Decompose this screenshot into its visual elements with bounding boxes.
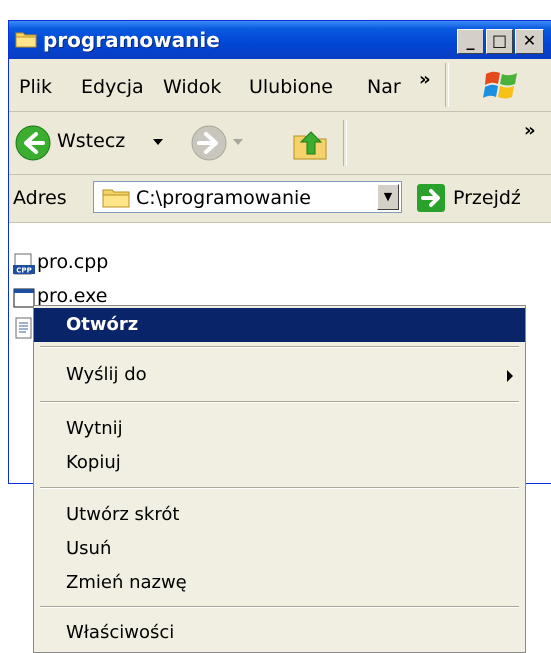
- back-arrow-icon[interactable]: [15, 125, 51, 161]
- menu-item-rename[interactable]: Zmień nazwę: [34, 566, 525, 600]
- menu-item-label: Utwórz skrót: [66, 504, 180, 525]
- menu-item-label: Zmień nazwę: [66, 572, 187, 593]
- menu-item-properties[interactable]: Właściwości: [34, 616, 525, 650]
- menu-item-copy[interactable]: Kopiuj: [34, 446, 525, 480]
- exe-file-icon: [13, 288, 35, 308]
- svg-text:CPP: CPP: [16, 267, 31, 275]
- back-button-label[interactable]: Wstecz: [57, 130, 125, 152]
- close-button[interactable]: ✕: [515, 29, 544, 54]
- title-bar[interactable]: programowanie _ □ ✕: [9, 21, 551, 59]
- address-bar: Adres C:\programowanie ▼ Przejdź: [9, 175, 551, 223]
- file-name: pro.exe: [37, 285, 108, 307]
- go-button-label[interactable]: Przejdź: [453, 187, 521, 209]
- forward-dropdown-icon[interactable]: [233, 139, 243, 145]
- maximize-button[interactable]: □: [486, 29, 513, 54]
- window-title: programowanie: [43, 28, 220, 52]
- menu-item-label: Otwórz: [66, 314, 139, 335]
- forward-arrow-icon[interactable]: [191, 125, 227, 161]
- menu-item-label: Kopiuj: [66, 452, 121, 473]
- menu-bar: Plik Edycja Widok Ulubione Nar »: [9, 59, 551, 112]
- menu-item-cut[interactable]: Wytnij: [34, 412, 525, 446]
- menu-separator: [40, 401, 519, 403]
- standard-toolbar: Wstecz »: [9, 112, 551, 175]
- toolbar-overflow-chevron-icon[interactable]: »: [524, 120, 536, 141]
- menu-edycja[interactable]: Edycja: [81, 76, 144, 98]
- menu-item-label: Wytnij: [66, 418, 123, 439]
- text-file-icon: [15, 317, 32, 339]
- go-arrow-icon[interactable]: [417, 184, 445, 212]
- menu-separator: [40, 346, 519, 348]
- menu-ulubione[interactable]: Ulubione: [249, 76, 333, 98]
- menu-item-send-to[interactable]: Wyślij do: [34, 358, 525, 392]
- menu-overflow-chevron-icon[interactable]: »: [419, 69, 431, 90]
- folder-icon: [15, 32, 37, 48]
- submenu-arrow-icon: [507, 370, 513, 382]
- address-label: Adres: [13, 187, 67, 209]
- file-name: pro.cpp: [37, 251, 109, 273]
- up-folder-icon[interactable]: [291, 124, 329, 162]
- menu-widok[interactable]: Widok: [163, 76, 221, 98]
- minimize-button[interactable]: _: [457, 29, 484, 54]
- menu-item-open[interactable]: Otwórz: [34, 308, 525, 342]
- menu-separator: [40, 606, 519, 608]
- windows-logo-icon: [483, 71, 517, 99]
- folder-icon: [102, 189, 130, 208]
- menu-separator: [40, 487, 519, 489]
- go-arrow-glyph-icon: [421, 189, 440, 207]
- menu-plik[interactable]: Plik: [19, 76, 52, 98]
- address-input[interactable]: C:\programowanie ▼: [93, 181, 402, 213]
- address-value: C:\programowanie: [136, 187, 311, 209]
- menu-narzedzia[interactable]: Nar: [367, 76, 401, 98]
- back-dropdown-icon[interactable]: [153, 139, 163, 145]
- toolbar-divider: [343, 120, 347, 166]
- menu-item-label: Wyślij do: [66, 364, 147, 385]
- menubar-divider: [445, 63, 449, 107]
- cpp-file-icon: CPP: [13, 253, 35, 275]
- address-dropdown-button[interactable]: ▼: [377, 184, 399, 210]
- menu-item-label: Właściwości: [66, 622, 175, 643]
- menu-item-delete[interactable]: Usuń: [34, 532, 525, 566]
- menu-item-create-shortcut[interactable]: Utwórz skrót: [34, 498, 525, 532]
- menu-item-label: Usuń: [66, 538, 112, 559]
- context-menu: Otwórz Wyślij do Wytnij Kopiuj Utwórz sk…: [33, 305, 526, 653]
